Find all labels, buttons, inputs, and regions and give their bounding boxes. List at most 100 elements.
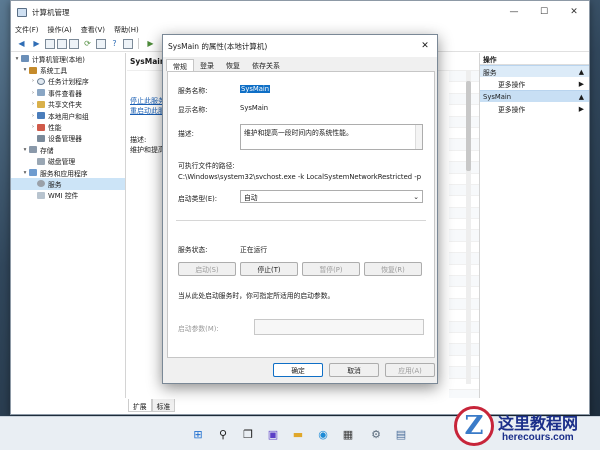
collapse-arrow-icon[interactable]: ▲: [579, 68, 584, 76]
service-name-value[interactable]: SysMain: [240, 85, 271, 93]
more-actions-sysmain[interactable]: 更多操作 ▶: [480, 102, 589, 115]
startup-type-select[interactable]: 自动 ⌄: [240, 190, 423, 203]
maximize-button[interactable]: ☐: [529, 1, 559, 23]
cancel-button[interactable]: 取消: [329, 363, 379, 377]
search-icon[interactable]: ⚲: [215, 426, 231, 442]
vertical-scrollbar[interactable]: [466, 71, 471, 384]
disk-icon: [37, 157, 45, 165]
more-actions-label: 更多操作: [498, 105, 526, 114]
tree-label: 计算机管理(本地): [32, 55, 85, 64]
console-icon[interactable]: [123, 38, 133, 49]
more-actions-services[interactable]: 更多操作 ▶: [480, 77, 589, 90]
tree-item-device-manager[interactable]: 设备管理器: [11, 133, 125, 144]
stop-button[interactable]: 停止(T): [240, 262, 298, 276]
file-explorer-icon[interactable]: ▬: [290, 426, 306, 442]
display-name-label: 显示名称:: [178, 106, 208, 114]
event-viewer-icon: [37, 89, 45, 97]
description-text: 维护和提高一段时间内的系统性能。: [244, 129, 353, 137]
tab-general[interactable]: 常规: [166, 59, 194, 71]
tab-extended[interactable]: 扩展: [128, 399, 152, 412]
menu-view[interactable]: 查看(V): [81, 25, 105, 35]
expand-arrow-icon[interactable]: ›: [29, 78, 37, 84]
tree-item-wmi-control[interactable]: WMI 控件: [11, 190, 125, 201]
task-view-icon[interactable]: ❐: [240, 426, 256, 442]
tab-recovery[interactable]: 恢复: [220, 59, 246, 71]
show-hide-tree-icon[interactable]: [57, 38, 67, 49]
tree-item-services-and-apps[interactable]: ▾ 服务和应用程序: [11, 167, 125, 178]
start-params-input[interactable]: [254, 319, 424, 335]
back-icon[interactable]: ◀: [15, 38, 28, 50]
settings-gear-icon[interactable]: ⚙: [368, 426, 384, 442]
expand-arrow-icon[interactable]: ▾: [21, 147, 29, 153]
tree-item-storage[interactable]: ▾ 存储: [11, 144, 125, 155]
ok-button[interactable]: 确定: [273, 363, 323, 377]
expand-arrow-icon[interactable]: ▾: [21, 67, 29, 73]
performance-icon: [37, 123, 45, 131]
forward-icon[interactable]: ▶: [30, 38, 43, 50]
menu-action[interactable]: 操作(A): [48, 25, 72, 35]
tree-item-disk-management[interactable]: 磁盘管理: [11, 156, 125, 167]
expand-arrow-icon[interactable]: ›: [29, 90, 37, 96]
minimize-button[interactable]: —: [499, 1, 529, 23]
brand-name: 这里教程网: [498, 414, 579, 433]
start-service-icon[interactable]: ▶: [144, 38, 157, 50]
expand-arrow-icon[interactable]: ›: [29, 113, 37, 119]
tree-item-services[interactable]: 服务: [11, 178, 125, 190]
tab-dependencies[interactable]: 依存关系: [246, 59, 286, 71]
expand-arrow-icon[interactable]: ▾: [13, 56, 21, 62]
edge-browser-icon[interactable]: ◉: [315, 426, 331, 442]
widgets-icon[interactable]: ▣: [265, 426, 281, 442]
section-label: 服务: [483, 68, 497, 77]
divider: [176, 220, 426, 221]
dialog-tabs: 常规 登录 恢复 依存关系: [166, 59, 286, 71]
gear-icon: [37, 180, 45, 188]
exe-path-label: 可执行文件的路径:: [178, 162, 235, 170]
tree-item-performance[interactable]: › 性能: [11, 121, 125, 132]
tab-logon[interactable]: 登录: [194, 59, 220, 71]
collapse-arrow-icon[interactable]: ▲: [579, 93, 584, 101]
dialog-title-bar: SysMain 的属性(本地计算机) ✕: [163, 35, 437, 57]
pause-button[interactable]: 暂停(P): [302, 262, 360, 276]
expand-arrow-icon[interactable]: ›: [29, 124, 37, 130]
expand-arrow-icon[interactable]: ›: [29, 101, 37, 107]
service-properties-dialog: SysMain 的属性(本地计算机) ✕ 常规 登录 恢复 依存关系 服务名称:…: [162, 34, 438, 384]
actions-section-sysmain[interactable]: SysMain ▲: [480, 90, 589, 102]
dialog-close-button[interactable]: ✕: [413, 41, 437, 51]
tree-item-shared-folders[interactable]: › 共享文件夹: [11, 99, 125, 110]
description-box[interactable]: 维护和提高一段时间内的系统性能。: [240, 124, 423, 150]
store-icon[interactable]: ▦: [340, 426, 356, 442]
close-button[interactable]: ✕: [559, 1, 589, 23]
resume-button[interactable]: 恢复(R): [364, 262, 422, 276]
tree-item-local-users[interactable]: › 本地用户和组: [11, 110, 125, 121]
view-tabs: 扩展 标准: [128, 399, 176, 412]
export-list-icon[interactable]: [96, 38, 106, 49]
toolbar-separator: [138, 38, 139, 49]
tree-item-computer-management[interactable]: ▾ 计算机管理(本地): [11, 53, 125, 64]
actions-section-services[interactable]: 服务 ▲: [480, 65, 589, 77]
menu-file[interactable]: 文件(F): [15, 25, 39, 35]
expand-arrow-icon[interactable]: ▾: [21, 170, 29, 176]
service-status-value: 正在运行: [240, 246, 268, 254]
refresh-icon[interactable]: ⟳: [81, 38, 94, 50]
startup-type-label: 启动类型(E):: [178, 195, 218, 203]
stop-service-link[interactable]: 停止此服务: [130, 96, 165, 106]
computer-management-taskbar-icon[interactable]: ▤: [393, 426, 409, 442]
start-menu-icon[interactable]: ⊞: [190, 426, 206, 442]
menu-help[interactable]: 帮助(H): [114, 25, 139, 35]
properties-icon[interactable]: [69, 38, 79, 49]
help-icon[interactable]: ?: [108, 38, 121, 50]
tab-standard[interactable]: 标准: [151, 399, 176, 412]
apply-button[interactable]: 应用(A): [385, 363, 435, 377]
navigation-tree: ▾ 计算机管理(本地) ▾ 系统工具 › 任务计划程序 › 事件查看器 › 共享文件夹 ›…: [11, 53, 126, 398]
tree-item-task-scheduler[interactable]: › 任务计划程序: [11, 76, 125, 87]
section-label: SysMain: [483, 92, 512, 101]
description-scrollbar[interactable]: [415, 125, 422, 149]
dialog-title: SysMain 的属性(本地计算机): [168, 41, 268, 51]
up-icon[interactable]: [45, 38, 55, 49]
start-button[interactable]: 启动(S): [178, 262, 236, 276]
shared-folder-icon: [37, 100, 45, 108]
tree-item-event-viewer[interactable]: › 事件查看器: [11, 87, 125, 98]
tree-label: 性能: [48, 124, 62, 133]
scrollbar-thumb[interactable]: [466, 81, 471, 171]
tree-item-system-tools[interactable]: ▾ 系统工具: [11, 64, 125, 75]
